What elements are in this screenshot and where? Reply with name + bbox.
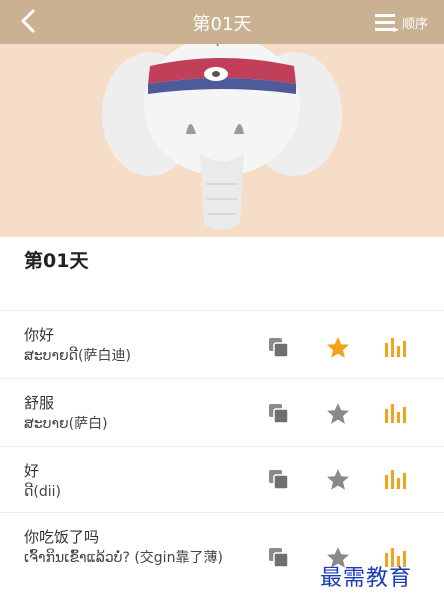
copy-icon — [269, 404, 289, 424]
copy-button[interactable] — [266, 401, 292, 427]
hero-banner — [0, 44, 444, 237]
watermark: 最需教育 — [320, 566, 413, 591]
copy-button[interactable] — [266, 467, 292, 493]
favorite-button[interactable] — [325, 335, 351, 361]
phrase-chinese: 舒服 — [24, 394, 55, 412]
copy-button[interactable] — [266, 545, 292, 571]
star-icon — [327, 469, 349, 490]
day-title: 第01天 — [24, 250, 89, 272]
phrase-lao: ສະບາຍດີ(萨白迪) — [24, 348, 131, 364]
phrase-lao: ດີ(dii) — [24, 484, 61, 500]
order-label: 顺序 — [401, 16, 428, 32]
top-bar: 第01天 顺序 — [0, 0, 444, 44]
star-icon — [327, 337, 349, 358]
pronounce-button[interactable] — [383, 467, 409, 493]
phrase-text: 好 ດີ(dii) — [24, 461, 264, 503]
phrase-lao: ເຈົ້າກິນເຂົ້າແລ້ວບໍ່? (交gin靠了薄) — [24, 550, 223, 566]
list-item[interactable]: 舒服 ສະບາຍ(萨白) — [0, 378, 444, 446]
phrase-chinese: 你吃饭了吗 — [24, 528, 100, 546]
list-item[interactable]: 好 ດີ(dii) — [0, 446, 444, 512]
favorite-button[interactable] — [325, 467, 351, 493]
copy-icon — [269, 470, 289, 490]
sound-bars-icon — [385, 338, 406, 357]
copy-icon — [269, 338, 289, 358]
phrase-chinese: 好 — [24, 462, 40, 480]
phrase-text: 你吃饭了吗 ເຈົ້າກິນເຂົ້າແລ້ວບໍ່? (交gin靠了薄) — [24, 527, 274, 569]
phrase-lao: ສະບາຍ(萨白) — [24, 416, 108, 432]
phrase-chinese: 你好 — [24, 326, 55, 344]
sound-bars-icon — [385, 470, 406, 489]
copy-icon — [269, 548, 289, 568]
elephant-illustration — [102, 44, 342, 230]
pronounce-button[interactable] — [383, 335, 409, 361]
copy-button[interactable] — [266, 335, 292, 361]
phrase-text: 舒服 ສະບາຍ(萨白) — [24, 393, 264, 435]
order-button[interactable]: 顺序 — [374, 8, 428, 36]
list-item[interactable]: 你好 ສະບາຍດີ(萨白迪) — [0, 310, 444, 378]
favorite-button[interactable] — [325, 401, 351, 427]
phrase-text: 你好 ສະບາຍດີ(萨白迪) — [24, 325, 264, 367]
menu-lines-icon — [374, 14, 399, 32]
star-icon — [327, 403, 349, 424]
sound-bars-icon — [385, 404, 406, 423]
pronounce-button[interactable] — [383, 401, 409, 427]
